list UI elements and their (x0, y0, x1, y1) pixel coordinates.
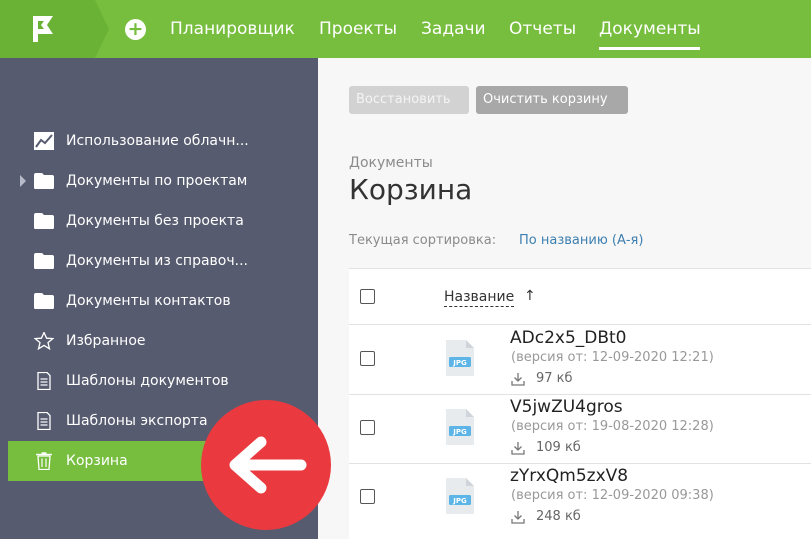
column-header-name[interactable]: Название (444, 289, 515, 307)
arrow-left-icon (229, 436, 307, 494)
sidebar-item-label: Шаблоны документов (66, 373, 229, 389)
expand-caret-icon[interactable] (20, 175, 26, 187)
trash-icon (36, 452, 52, 470)
folder-icon (34, 213, 54, 229)
file-name-link[interactable]: ADc2x5_DBt0 (510, 328, 627, 348)
sidebar-item-doc-templates[interactable]: Шаблоны документов (8, 361, 318, 401)
jpg-file-icon: JPG (446, 409, 474, 445)
document-icon (37, 372, 51, 390)
flag-logo-icon (33, 16, 53, 42)
row-checkbox[interactable] (360, 489, 375, 504)
file-size: 97 кб (536, 371, 573, 386)
nav-documents[interactable]: Документы (599, 18, 701, 40)
chart-icon (34, 132, 54, 150)
nav-planner[interactable]: Планировщик (170, 18, 295, 40)
logo-area[interactable] (0, 0, 109, 58)
sidebar-item-label: Использование облачн... (66, 133, 249, 149)
table-divider (349, 324, 811, 325)
clear-trash-button[interactable]: Очистить корзину (476, 86, 628, 114)
sidebar-item-docs-from-directory[interactable]: Документы из справоч... (8, 241, 318, 281)
sidebar-item-contact-docs[interactable]: Документы контактов (8, 281, 318, 321)
nav-reports[interactable]: Отчеты (509, 18, 576, 40)
nav-tasks[interactable]: Задачи (421, 18, 486, 40)
file-name-link[interactable]: V5jwZU4gros (510, 397, 623, 417)
main-content: Восстановить Очистить корзину Документы … (318, 58, 811, 539)
star-icon (34, 332, 54, 350)
sidebar-item-cloud-usage[interactable]: Использование облачн... (8, 121, 318, 161)
sidebar-item-project-docs[interactable]: Документы по проектам (8, 161, 318, 201)
top-navigation-bar: + Планировщик Проекты Задачи Отчеты Доку… (0, 0, 811, 58)
file-size: 248 кб (536, 509, 581, 524)
nav-projects[interactable]: Проекты (319, 18, 397, 40)
download-icon[interactable] (511, 510, 525, 524)
jpg-file-icon: JPG (446, 340, 474, 376)
sort-ascending-icon[interactable]: ↑ (524, 288, 536, 304)
plus-circle-icon[interactable]: + (125, 19, 146, 40)
folder-icon (34, 293, 54, 309)
file-type-label: JPG (452, 428, 467, 436)
sort-label: Текущая сортировка: (349, 233, 497, 248)
sidebar-item-label: Документы по проектам (66, 173, 248, 189)
file-type-label: JPG (452, 359, 467, 367)
page-title: Корзина (349, 173, 473, 206)
sidebar-item-label: Документы контактов (66, 293, 231, 309)
table-divider (349, 268, 811, 269)
breadcrumb[interactable]: Документы (349, 155, 433, 171)
file-type-label: JPG (452, 497, 467, 505)
table-divider (349, 394, 811, 395)
row-checkbox[interactable] (360, 351, 375, 366)
sidebar-item-label: Корзина (66, 453, 128, 469)
sort-selector[interactable]: По названию (А-я) (519, 233, 643, 248)
sidebar-item-label: Избранное (66, 333, 146, 349)
sidebar-item-label: Шаблоны экспорта (66, 413, 208, 429)
file-size: 109 кб (536, 440, 581, 455)
file-version: (версия от: 12-09-2020 12:21) (511, 350, 714, 365)
sidebar-item-label: Документы из справоч... (66, 253, 248, 269)
sidebar-item-docs-no-project[interactable]: Документы без проекта (8, 201, 318, 241)
folder-icon (34, 173, 54, 189)
document-icon (37, 412, 51, 430)
sidebar-item-label: Документы без проекта (66, 213, 244, 229)
select-all-checkbox[interactable] (360, 289, 375, 304)
file-version: (версия от: 19-08-2020 12:28) (511, 419, 714, 434)
table-divider (349, 463, 811, 464)
row-checkbox[interactable] (360, 420, 375, 435)
download-icon[interactable] (511, 441, 525, 455)
annotation-circle (201, 400, 331, 530)
restore-button[interactable]: Восстановить (349, 86, 469, 114)
download-icon[interactable] (511, 372, 525, 386)
folder-icon (34, 253, 54, 269)
file-name-link[interactable]: zYrxQm5zxV8 (510, 466, 628, 486)
jpg-file-icon: JPG (446, 478, 474, 514)
sidebar-item-favorites[interactable]: Избранное (8, 321, 318, 361)
file-version: (версия от: 12-09-2020 09:38) (511, 488, 714, 503)
nav-active-indicator (599, 47, 700, 50)
